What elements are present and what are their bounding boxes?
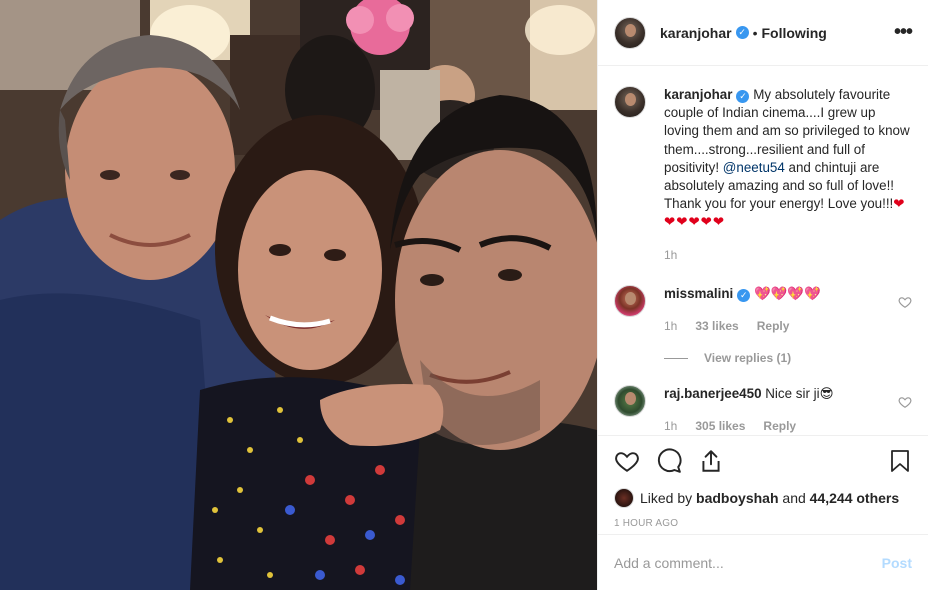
post-comment-button[interactable]: Post	[882, 555, 912, 571]
post-header: karanjohar ✓ • Following •••	[598, 0, 928, 66]
bookmark-icon[interactable]	[888, 448, 912, 474]
liked-by: Liked by badboyshah and 44,244 others	[614, 488, 912, 508]
action-bar	[614, 446, 912, 476]
comment-item: raj.banerjee450 Nice sir ji😎 1h 305 like…	[614, 385, 912, 435]
likes-count[interactable]: 44,244 others	[810, 490, 900, 506]
author-avatar[interactable]	[614, 16, 646, 49]
caption-meta: 1h	[664, 246, 912, 264]
header-separator: •	[752, 24, 758, 41]
comment-time[interactable]: 1h	[664, 417, 677, 435]
caption-username[interactable]: karanjohar	[664, 87, 732, 102]
comment-body: missmalini ✓ 💖💖💖💖 1h 33 likes Reply	[664, 285, 888, 335]
heart-icon[interactable]	[898, 295, 912, 309]
comment-text: 💖💖💖💖	[753, 285, 821, 301]
comment-reply-button[interactable]: Reply	[763, 417, 796, 435]
comment-input[interactable]	[614, 554, 882, 571]
post-side-panel: karanjohar ✓ • Following ••• karanjohar ✓…	[597, 0, 928, 590]
author-username[interactable]: karanjohar	[660, 25, 732, 41]
caption: karanjohar ✓ My absolutely favourite coup…	[614, 86, 912, 264]
commenter-avatar[interactable]	[614, 284, 646, 317]
following-button[interactable]: Following	[762, 25, 827, 41]
commenter-avatar[interactable]	[614, 385, 646, 418]
verified-badge-icon: ✓	[736, 90, 750, 103]
liked-by-prefix: Liked by	[640, 490, 693, 506]
verified-badge-icon: ✓	[737, 288, 751, 302]
comment-item: missmalini ✓ 💖💖💖💖 1h 33 likes Reply	[614, 284, 912, 335]
post-photo[interactable]	[0, 0, 597, 590]
comment-meta: 1h 33 likes Reply	[664, 317, 888, 335]
caption-time[interactable]: 1h	[664, 246, 677, 264]
heart-icon[interactable]	[898, 395, 912, 409]
comment-likes[interactable]: 305 likes	[695, 417, 745, 435]
caption-avatar[interactable]	[614, 86, 646, 118]
caption-mention-link[interactable]: @neetu54	[723, 160, 785, 175]
comment-username[interactable]: raj.banerjee450	[664, 386, 762, 401]
add-comment-bar: Post	[598, 534, 928, 590]
comment-time[interactable]: 1h	[664, 317, 677, 335]
selfie-image	[0, 0, 597, 590]
comment-reply-button[interactable]: Reply	[757, 317, 790, 335]
heart-icon[interactable]	[614, 448, 640, 474]
comment-likes[interactable]: 33 likes	[695, 317, 738, 335]
share-icon[interactable]	[698, 448, 724, 474]
view-replies-button[interactable]: View replies (1)	[664, 351, 912, 365]
post-actions: Liked by badboyshah and 44,244 others 1 …	[598, 435, 928, 534]
verified-badge-icon: ✓	[735, 26, 749, 39]
post-timestamp[interactable]: 1 HOUR AGO	[614, 518, 912, 529]
comment-username[interactable]: missmalini	[664, 286, 733, 301]
speech-bubble-icon[interactable]	[656, 448, 682, 474]
comments-section: karanjohar ✓ My absolutely favourite coup…	[598, 66, 928, 435]
instagram-post: karanjohar ✓ • Following ••• karanjohar ✓…	[0, 0, 928, 590]
caption-body: karanjohar ✓ My absolutely favourite coup…	[664, 86, 912, 264]
liked-by-middle: and	[782, 490, 806, 506]
liker-avatar[interactable]	[614, 488, 634, 508]
comment-meta: 1h 305 likes Reply	[664, 417, 888, 435]
liker-username[interactable]: badboyshah	[696, 490, 778, 506]
more-options-icon[interactable]: •••	[894, 21, 913, 44]
comment-body: raj.banerjee450 Nice sir ji😎 1h 305 like…	[664, 385, 888, 435]
comment-text: Nice sir ji😎	[765, 386, 834, 402]
